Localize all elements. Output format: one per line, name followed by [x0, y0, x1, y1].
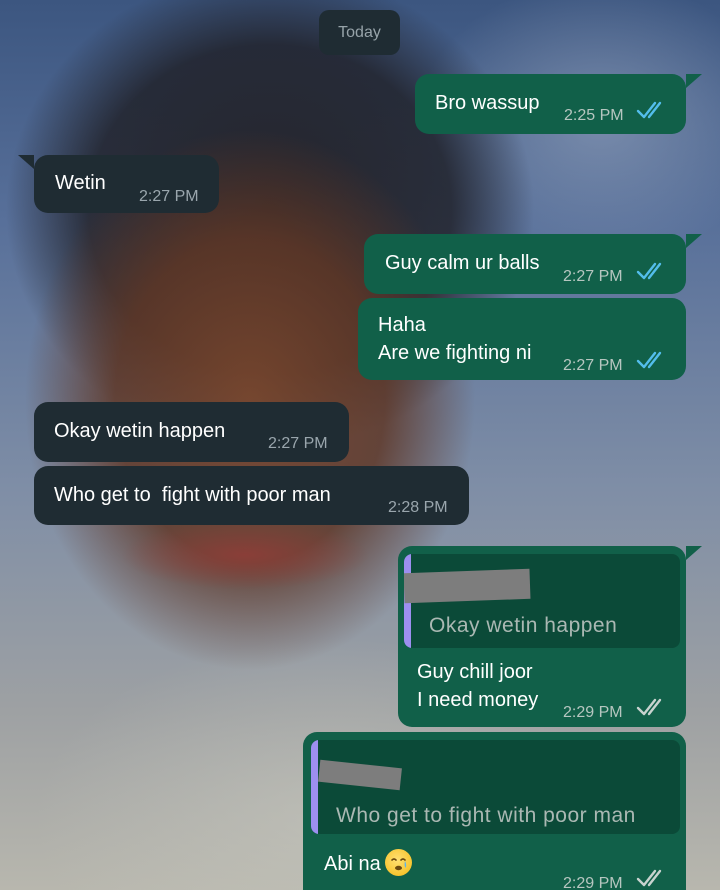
- quoted-text: Okay wetin happen: [429, 614, 618, 637]
- delivered-ticks-icon: [636, 869, 662, 887]
- date-separator: Today: [319, 10, 400, 55]
- message-text-line: Guy chill joor: [417, 661, 533, 683]
- message-text: Bro wassup: [435, 92, 540, 114]
- message-bubble-incoming[interactable]: Okay wetin happen 2:27 PM: [34, 402, 349, 462]
- message-time: 2:27 PM: [563, 357, 623, 374]
- message-time: 2:27 PM: [139, 188, 199, 205]
- message-text: Abi na: [324, 853, 381, 875]
- message-text-line: Are we fighting ni: [378, 342, 532, 364]
- message-time: 2:27 PM: [563, 268, 623, 285]
- message-time: 2:27 PM: [268, 435, 328, 452]
- quote-accent-bar: [311, 740, 318, 834]
- message-bubble-outgoing-reply[interactable]: Okay wetin happen Guy chill joor I need …: [398, 546, 686, 727]
- quoted-message[interactable]: Who get to fight with poor man: [311, 740, 680, 834]
- message-text-line: Haha: [378, 314, 426, 336]
- delivered-ticks-icon: [636, 698, 662, 716]
- message-bubble-incoming[interactable]: Wetin 2:27 PM: [34, 155, 219, 213]
- quoted-text: Who get to fight with poor man: [336, 804, 636, 827]
- message-text: Okay wetin happen: [54, 420, 226, 442]
- message-bubble-outgoing-reply[interactable]: Who get to fight with poor man Abi na 2:…: [303, 732, 686, 890]
- message-bubble-incoming[interactable]: Who get to fight with poor man 2:28 PM: [34, 466, 469, 525]
- message-time: 2:25 PM: [564, 107, 624, 124]
- message-bubble-outgoing[interactable]: Haha Are we fighting ni 2:27 PM: [358, 298, 686, 380]
- message-bubble-outgoing[interactable]: Guy calm ur balls 2:27 PM: [364, 234, 686, 294]
- message-time: 2:29 PM: [563, 704, 623, 721]
- message-text: Wetin: [55, 172, 106, 194]
- read-ticks-icon: [636, 351, 662, 369]
- redacted-sender-name: [318, 759, 402, 791]
- message-time: 2:29 PM: [563, 875, 623, 890]
- message-text: Guy calm ur balls: [385, 252, 540, 274]
- message-text: Who get to fight with poor man: [54, 484, 331, 506]
- redacted-sender-name: [404, 568, 531, 604]
- message-time: 2:28 PM: [388, 499, 448, 516]
- message-text-line: I need money: [417, 689, 539, 711]
- crying-face-emoji-icon: [385, 849, 412, 876]
- read-ticks-icon: [636, 101, 662, 119]
- quoted-message[interactable]: Okay wetin happen: [404, 554, 680, 648]
- message-bubble-outgoing[interactable]: Bro wassup 2:25 PM: [415, 74, 686, 134]
- read-ticks-icon: [636, 262, 662, 280]
